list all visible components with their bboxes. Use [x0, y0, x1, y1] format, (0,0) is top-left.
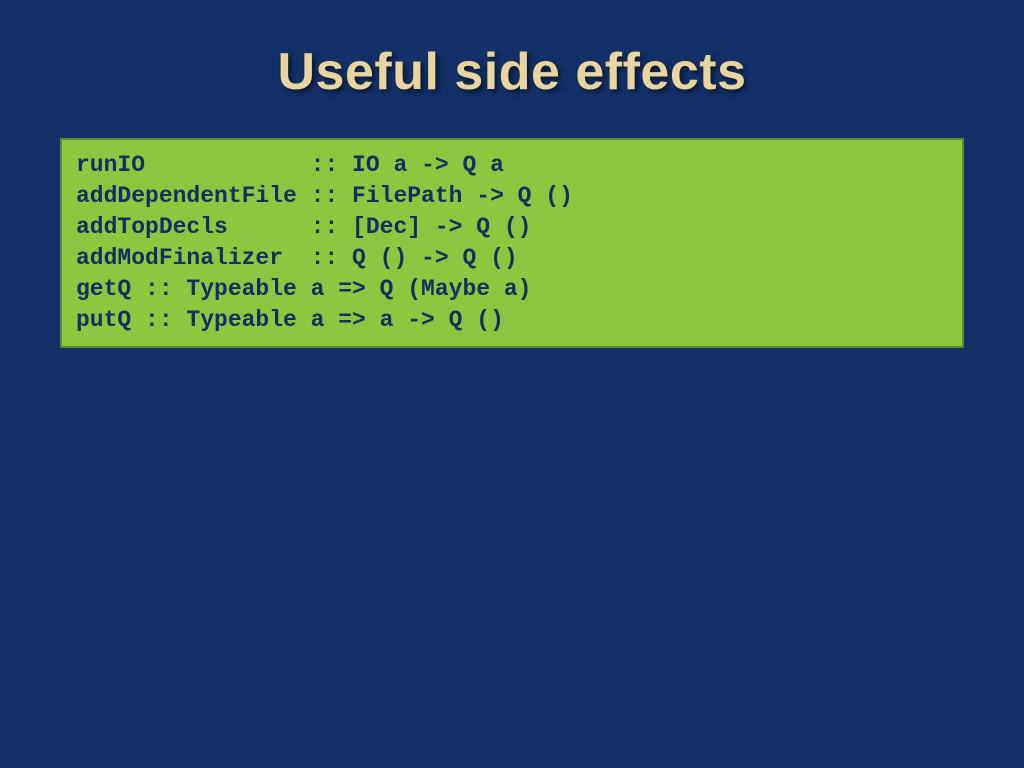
- slide-title: Useful side effects: [0, 42, 1024, 102]
- slide: Useful side effects runIO :: IO a -> Q a…: [0, 0, 1024, 768]
- code-line: getQ :: Typeable a => Q (Maybe a): [76, 276, 531, 302]
- code-line: addTopDecls :: [Dec] -> Q (): [76, 214, 531, 240]
- code-line: addDependentFile :: FilePath -> Q (): [76, 183, 573, 209]
- code-line: addModFinalizer :: Q () -> Q (): [76, 245, 518, 271]
- code-line: runIO :: IO a -> Q a: [76, 152, 504, 178]
- code-line: putQ :: Typeable a => a -> Q (): [76, 307, 504, 333]
- code-block: runIO :: IO a -> Q a addDependentFile ::…: [60, 138, 964, 348]
